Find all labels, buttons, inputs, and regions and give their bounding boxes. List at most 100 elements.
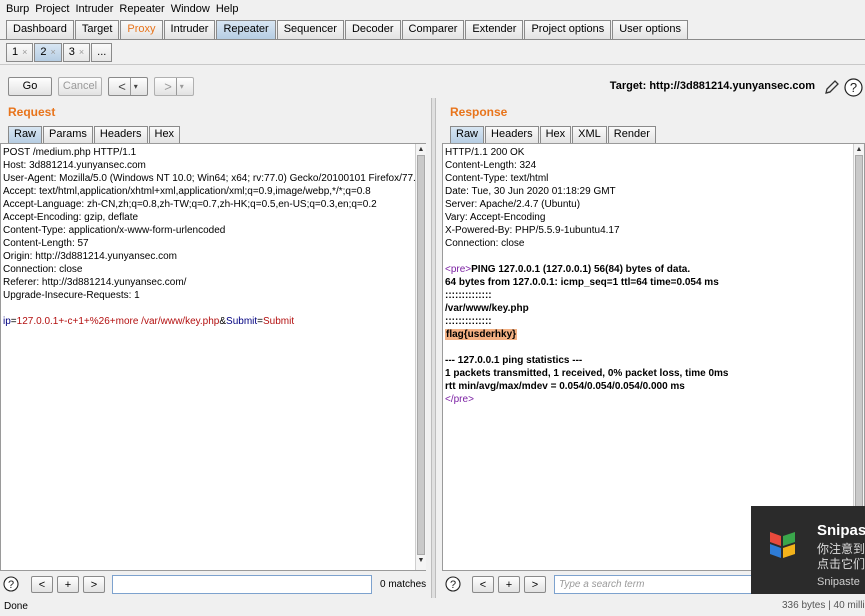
close-icon[interactable]: ×	[22, 47, 27, 57]
request-line: Content-Type: application/x-www-form-url…	[3, 225, 226, 236]
response-tab-headers[interactable]: Headers	[485, 126, 539, 143]
arrow-up-icon[interactable]: ▲	[416, 144, 426, 155]
request-tab-params[interactable]: Params	[43, 126, 93, 143]
tab-intruder[interactable]: Intruder	[163, 20, 216, 39]
response-body-line: flag{usderhky}	[445, 328, 862, 341]
svg-text:?: ?	[849, 80, 856, 95]
param-value-submit: Submit	[263, 316, 295, 327]
tab-target[interactable]: Target	[74, 20, 120, 39]
menu-help[interactable]: Help	[216, 3, 239, 15]
response-body-line: 64 bytes from 127.0.0.1: icmp_seq=1 ttl=…	[445, 277, 719, 288]
request-line: Connection: close	[3, 264, 83, 275]
request-line: Referer: http://3d881214.yunyansec.com/	[3, 277, 187, 288]
request-match-count: 0 matches	[380, 579, 427, 590]
request-search-input[interactable]	[112, 575, 372, 594]
forward-button[interactable]: > ▾	[154, 77, 194, 96]
request-line: Host: 3d881214.yunyansec.com	[3, 160, 146, 171]
request-line: Content-Length: 57	[3, 238, 89, 249]
help-icon: ?	[445, 576, 461, 592]
request-scrollbar[interactable]: ▲ ▼	[415, 144, 426, 570]
request-body: ip=127.0.0.1+-c+1+%26+more /var/www/key.…	[3, 316, 295, 327]
snipaste-logo-icon	[770, 532, 795, 558]
menu-repeater[interactable]: Repeater	[119, 3, 164, 15]
tab-extender[interactable]: Extender	[465, 20, 524, 39]
request-title: Request	[8, 105, 56, 119]
param-value-ip: 127.0.0.1+-c+1+%26+more /var/www/key.php	[16, 316, 220, 327]
tab-proxy[interactable]: Proxy	[120, 20, 163, 39]
response-header-line: Connection: close	[445, 238, 525, 249]
edit-target-button[interactable]	[823, 78, 841, 96]
split-pane-divider[interactable]	[431, 98, 436, 598]
chevron-down-icon[interactable]: ▾	[129, 78, 138, 95]
request-line: Accept: text/html,application/xhtml+xml,…	[3, 186, 371, 197]
repeater-tab-1[interactable]: 1 ×	[6, 43, 34, 62]
tab-dashboard[interactable]: Dashboard	[6, 20, 74, 39]
response-header-line: Vary: Accept-Encoding	[445, 212, 546, 223]
request-search-next-button[interactable]: >	[83, 576, 105, 593]
cancel-button[interactable]: Cancel	[58, 77, 102, 96]
tab-comparer[interactable]: Comparer	[401, 20, 465, 39]
request-tab-bar: Raw Params Headers Hex	[8, 126, 181, 143]
chevron-right-icon: >	[164, 79, 172, 94]
response-size-status: 336 bytes | 40 millis	[782, 600, 865, 611]
response-body-line: /var/www/key.php	[445, 303, 529, 314]
request-search-help[interactable]: ?	[2, 575, 20, 593]
response-search-add-button[interactable]: +	[498, 576, 520, 593]
request-tab-raw[interactable]: Raw	[8, 126, 43, 143]
close-icon[interactable]: ×	[79, 47, 84, 57]
request-search-prev-button[interactable]: <	[31, 576, 53, 593]
snipaste-title: Snipast	[817, 522, 865, 539]
param-key-submit: Submit	[226, 316, 258, 327]
subtab-divider	[0, 64, 865, 65]
repeater-tab-new[interactable]: ...	[91, 43, 113, 62]
tab-repeater[interactable]: Repeater	[216, 20, 276, 39]
response-tab-xml[interactable]: XML	[572, 126, 607, 143]
response-tab-render[interactable]: Render	[607, 126, 656, 143]
arrow-down-icon[interactable]: ▼	[416, 555, 426, 566]
response-tab-hex[interactable]: Hex	[539, 126, 572, 143]
request-tab-hex[interactable]: Hex	[148, 126, 181, 143]
response-search-input[interactable]: Type a search term	[554, 575, 754, 594]
request-line: Accept-Language: zh-CN,zh;q=0.8,zh-TW;q=…	[3, 199, 377, 210]
flag-highlight: flag{usderhky}	[445, 329, 518, 340]
status-text: Done	[4, 601, 28, 612]
request-tab-headers[interactable]: Headers	[93, 126, 148, 143]
request-scroll-thumb[interactable]	[417, 155, 425, 555]
tab-sequencer[interactable]: Sequencer	[276, 20, 344, 39]
snipaste-notification[interactable]: Snipast 你注意到 点击它们 Snipaste	[751, 506, 865, 594]
menu-intruder[interactable]: Intruder	[76, 3, 114, 15]
response-search-next-button[interactable]: >	[524, 576, 546, 593]
response-scroll-thumb[interactable]	[855, 155, 863, 555]
svg-text:?: ?	[8, 579, 14, 591]
tab-user-options[interactable]: User options	[612, 20, 688, 39]
request-line: Accept-Encoding: gzip, deflate	[3, 212, 139, 223]
repeater-tab-bar: 1 × 2 × 3 × ...	[6, 43, 113, 62]
html-tag: </pre>	[445, 394, 474, 405]
menu-window[interactable]: Window	[171, 3, 210, 15]
close-icon[interactable]: ×	[51, 47, 56, 57]
arrow-up-icon[interactable]: ▲	[854, 144, 864, 155]
help-button[interactable]: ?	[843, 77, 863, 97]
tab-bar-divider	[0, 39, 865, 40]
request-search-add-button[interactable]: +	[57, 576, 79, 593]
tab-decoder[interactable]: Decoder	[344, 20, 401, 39]
help-icon: ?	[843, 77, 863, 97]
request-editor[interactable]: POST /medium.php HTTP/1.1 Host: 3d881214…	[0, 143, 426, 571]
svg-text:?: ?	[450, 579, 456, 591]
response-body-line: rtt min/avg/max/mdev = 0.054/0.054/0.054…	[445, 381, 685, 392]
repeater-tab-3[interactable]: 3 ×	[62, 43, 91, 62]
chevron-down-icon[interactable]: ▾	[175, 78, 184, 95]
snipaste-footer: Snipaste	[817, 576, 860, 588]
menu-project[interactable]: Project	[35, 3, 69, 15]
go-button[interactable]: Go	[8, 77, 52, 96]
menu-burp[interactable]: Burp	[6, 3, 29, 15]
response-header-line: Server: Apache/2.4.7 (Ubuntu)	[445, 199, 581, 210]
chevron-left-icon: <	[118, 79, 126, 94]
repeater-tab-2[interactable]: 2 ×	[34, 43, 62, 62]
response-body-line: --- 127.0.0.1 ping statistics ---	[445, 355, 583, 366]
tab-project-options[interactable]: Project options	[524, 20, 612, 39]
back-button[interactable]: < ▾	[108, 77, 148, 96]
response-tab-raw[interactable]: Raw	[450, 126, 485, 143]
response-search-help[interactable]: ?	[444, 575, 462, 593]
response-search-prev-button[interactable]: <	[472, 576, 494, 593]
